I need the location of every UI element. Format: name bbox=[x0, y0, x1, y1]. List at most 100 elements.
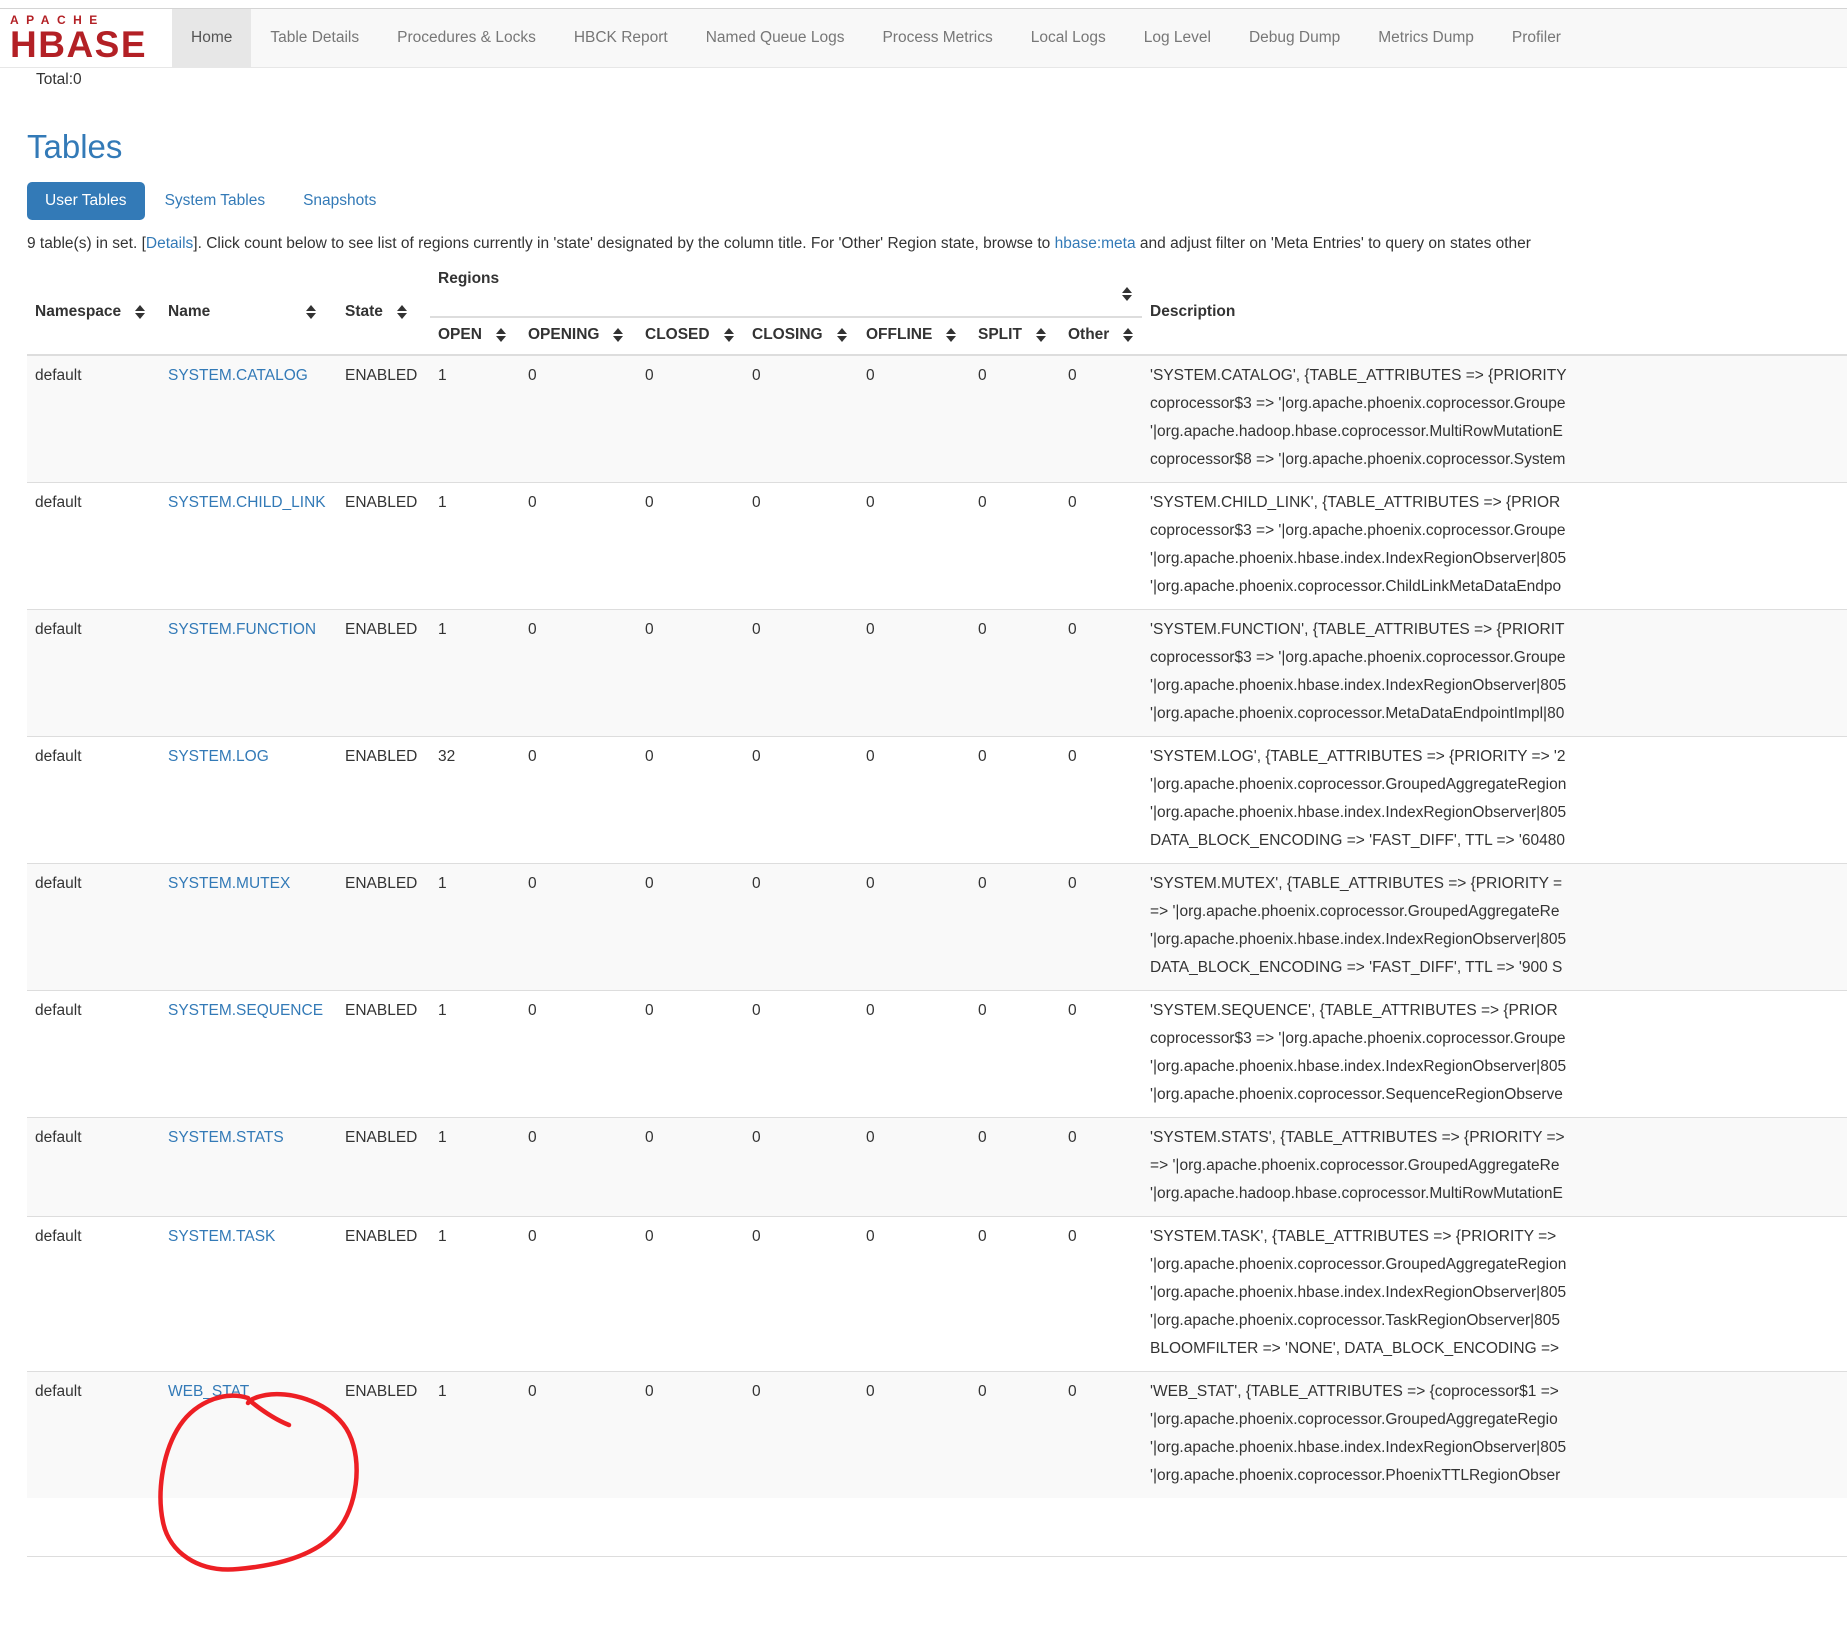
region-count-open[interactable]: 1 bbox=[438, 1383, 447, 1400]
column-header-name[interactable]: Name bbox=[160, 270, 337, 355]
sort-icon[interactable] bbox=[1122, 287, 1132, 301]
nav-item-profiler[interactable]: Profiler bbox=[1493, 9, 1580, 67]
tab-user-tables[interactable]: User Tables bbox=[27, 182, 145, 220]
region-count-open[interactable]: 1 bbox=[438, 621, 447, 638]
region-count-split[interactable]: 0 bbox=[978, 1129, 987, 1146]
column-header-split[interactable]: SPLIT bbox=[970, 317, 1060, 355]
region-count-split[interactable]: 0 bbox=[978, 1383, 987, 1400]
table-name-link[interactable]: SYSTEM.TASK bbox=[168, 1228, 275, 1245]
region-count-other[interactable]: 0 bbox=[1068, 1002, 1077, 1019]
region-count-offline[interactable]: 0 bbox=[866, 748, 875, 765]
sort-icon[interactable] bbox=[946, 328, 956, 342]
nav-item-log-level[interactable]: Log Level bbox=[1125, 9, 1230, 67]
sort-icon[interactable] bbox=[613, 328, 623, 342]
hbase-logo[interactable]: APACHE HBASE bbox=[0, 9, 172, 67]
sort-icon[interactable] bbox=[724, 328, 734, 342]
region-count-closing[interactable]: 0 bbox=[752, 1129, 761, 1146]
region-count-closing[interactable]: 0 bbox=[752, 1002, 761, 1019]
table-name-link[interactable]: SYSTEM.SEQUENCE bbox=[168, 1002, 323, 1019]
tab-system-tables[interactable]: System Tables bbox=[147, 182, 284, 220]
table-name-link[interactable]: SYSTEM.STATS bbox=[168, 1129, 284, 1146]
sort-icon[interactable] bbox=[397, 305, 407, 319]
column-header-closed[interactable]: CLOSED bbox=[637, 317, 744, 355]
region-count-other[interactable]: 0 bbox=[1068, 367, 1077, 384]
region-count-closing[interactable]: 0 bbox=[752, 875, 761, 892]
hbase-meta-link[interactable]: hbase:meta bbox=[1055, 235, 1136, 252]
details-link[interactable]: Details bbox=[146, 235, 193, 252]
region-count-opening[interactable]: 0 bbox=[528, 1129, 537, 1146]
region-count-opening[interactable]: 0 bbox=[528, 1002, 537, 1019]
nav-item-local-logs[interactable]: Local Logs bbox=[1012, 9, 1125, 67]
region-count-open[interactable]: 1 bbox=[438, 1228, 447, 1245]
region-count-opening[interactable]: 0 bbox=[528, 621, 537, 638]
table-name-link[interactable]: WEB_STAT bbox=[168, 1383, 249, 1400]
sort-icon[interactable] bbox=[135, 305, 145, 319]
nav-item-metrics-dump[interactable]: Metrics Dump bbox=[1359, 9, 1493, 67]
region-count-split[interactable]: 0 bbox=[978, 1228, 987, 1245]
table-name-link[interactable]: SYSTEM.FUNCTION bbox=[168, 621, 316, 638]
region-count-split[interactable]: 0 bbox=[978, 494, 987, 511]
column-header-open[interactable]: OPEN bbox=[430, 317, 520, 355]
nav-item-table-details[interactable]: Table Details bbox=[251, 9, 378, 67]
region-count-offline[interactable]: 0 bbox=[866, 1002, 875, 1019]
region-count-offline[interactable]: 0 bbox=[866, 1228, 875, 1245]
sort-icon[interactable] bbox=[837, 328, 847, 342]
region-count-closing[interactable]: 0 bbox=[752, 367, 761, 384]
region-count-closing[interactable]: 0 bbox=[752, 748, 761, 765]
sort-icon[interactable] bbox=[496, 328, 506, 342]
region-count-other[interactable]: 0 bbox=[1068, 1228, 1077, 1245]
nav-item-hbck-report[interactable]: HBCK Report bbox=[555, 9, 687, 67]
region-count-open[interactable]: 1 bbox=[438, 494, 447, 511]
region-count-open[interactable]: 32 bbox=[438, 748, 455, 765]
region-count-other[interactable]: 0 bbox=[1068, 875, 1077, 892]
region-count-closed[interactable]: 0 bbox=[645, 367, 654, 384]
region-count-other[interactable]: 0 bbox=[1068, 1129, 1077, 1146]
region-count-split[interactable]: 0 bbox=[978, 367, 987, 384]
region-count-other[interactable]: 0 bbox=[1068, 494, 1077, 511]
sort-icon[interactable] bbox=[1036, 328, 1046, 342]
region-count-opening[interactable]: 0 bbox=[528, 875, 537, 892]
nav-item-debug-dump[interactable]: Debug Dump bbox=[1230, 9, 1359, 67]
region-count-split[interactable]: 0 bbox=[978, 748, 987, 765]
column-header-regions[interactable]: Regions bbox=[430, 270, 1142, 317]
region-count-closed[interactable]: 0 bbox=[645, 875, 654, 892]
region-count-split[interactable]: 0 bbox=[978, 1002, 987, 1019]
region-count-other[interactable]: 0 bbox=[1068, 1383, 1077, 1400]
region-count-open[interactable]: 1 bbox=[438, 1002, 447, 1019]
tab-snapshots[interactable]: Snapshots bbox=[285, 182, 394, 220]
table-name-link[interactable]: SYSTEM.CHILD_LINK bbox=[168, 494, 326, 511]
region-count-open[interactable]: 1 bbox=[438, 1129, 447, 1146]
region-count-open[interactable]: 1 bbox=[438, 367, 447, 384]
region-count-offline[interactable]: 0 bbox=[866, 875, 875, 892]
nav-item-process-metrics[interactable]: Process Metrics bbox=[863, 9, 1011, 67]
region-count-opening[interactable]: 0 bbox=[528, 748, 537, 765]
region-count-closing[interactable]: 0 bbox=[752, 621, 761, 638]
table-name-link[interactable]: SYSTEM.CATALOG bbox=[168, 367, 308, 384]
region-count-opening[interactable]: 0 bbox=[528, 494, 537, 511]
region-count-other[interactable]: 0 bbox=[1068, 748, 1077, 765]
region-count-offline[interactable]: 0 bbox=[866, 494, 875, 511]
sort-icon[interactable] bbox=[1123, 328, 1133, 342]
region-count-offline[interactable]: 0 bbox=[866, 621, 875, 638]
region-count-closed[interactable]: 0 bbox=[645, 621, 654, 638]
region-count-closed[interactable]: 0 bbox=[645, 1383, 654, 1400]
region-count-closing[interactable]: 0 bbox=[752, 494, 761, 511]
region-count-closed[interactable]: 0 bbox=[645, 494, 654, 511]
column-header-other[interactable]: Other bbox=[1060, 317, 1142, 355]
region-count-offline[interactable]: 0 bbox=[866, 1129, 875, 1146]
column-header-offline[interactable]: OFFLINE bbox=[858, 317, 970, 355]
column-header-state[interactable]: State bbox=[337, 270, 430, 355]
region-count-open[interactable]: 1 bbox=[438, 875, 447, 892]
nav-item-named-queue-logs[interactable]: Named Queue Logs bbox=[687, 9, 864, 67]
region-count-closing[interactable]: 0 bbox=[752, 1383, 761, 1400]
nav-item-home[interactable]: Home bbox=[172, 9, 251, 67]
column-header-namespace[interactable]: Namespace bbox=[27, 270, 160, 355]
table-name-link[interactable]: SYSTEM.MUTEX bbox=[168, 875, 290, 892]
nav-item-procedures-locks[interactable]: Procedures & Locks bbox=[378, 9, 555, 67]
region-count-split[interactable]: 0 bbox=[978, 621, 987, 638]
region-count-closed[interactable]: 0 bbox=[645, 1129, 654, 1146]
sort-icon[interactable] bbox=[306, 305, 316, 319]
region-count-offline[interactable]: 0 bbox=[866, 1383, 875, 1400]
table-name-link[interactable]: SYSTEM.LOG bbox=[168, 748, 269, 765]
column-header-opening[interactable]: OPENING bbox=[520, 317, 637, 355]
